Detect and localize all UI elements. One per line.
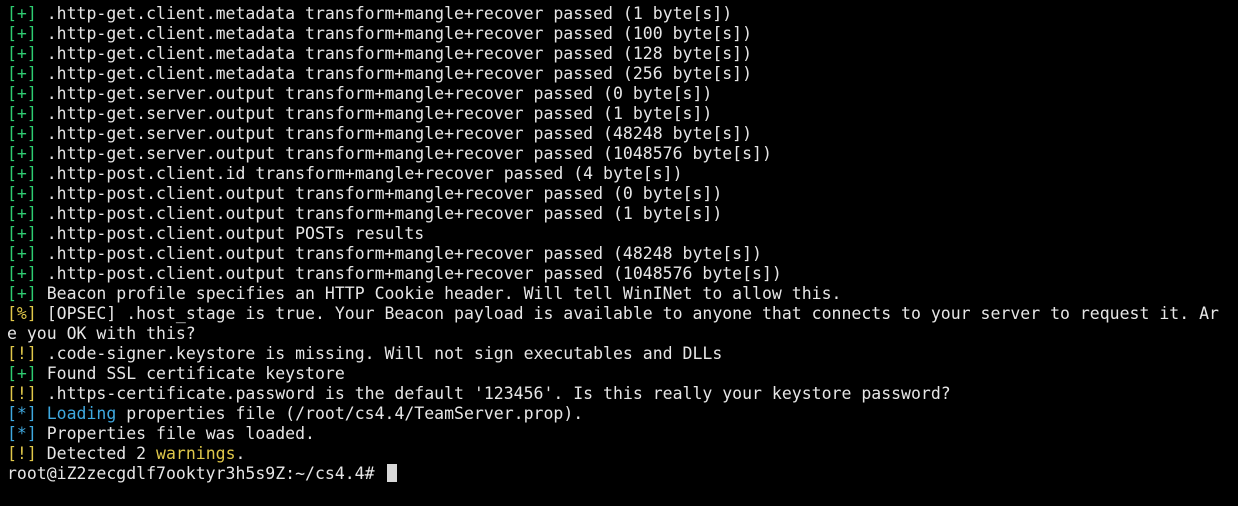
line-text: .http-get.server.output transform+mangle… (36, 104, 713, 123)
text-cursor (386, 464, 397, 482)
status-tag: [*] (7, 404, 37, 423)
terminal-line: [+] .http-post.client.output transform+m… (7, 184, 1238, 204)
status-tag: [+] (7, 44, 37, 63)
line-text: .http-get.server.output transform+mangle… (36, 124, 753, 143)
terminal-line: [+] Found SSL certificate keystore (7, 364, 1238, 384)
terminal-window[interactable]: [+] .http-get.client.metadata transform+… (0, 0, 1238, 506)
terminal-line: [!] Detected 2 warnings. (7, 444, 1238, 464)
status-tag: [+] (7, 364, 37, 383)
shell-prompt: root@iZ2zecgdlf7ooktyr3h5s9Z:~/cs4.4# (7, 464, 385, 483)
status-tag: [!] (7, 384, 37, 403)
status-tag: [+] (7, 4, 37, 23)
status-tag: [!] (7, 444, 37, 463)
line-text: .http-post.client.output transform+mangl… (36, 244, 762, 263)
highlighted-word: Loading (46, 404, 117, 423)
status-tag: [+] (7, 264, 37, 283)
line-text: Detected 2 (36, 444, 157, 463)
line-text: .http-get.client.metadata transform+mang… (36, 44, 753, 63)
terminal-line: [+] Beacon profile specifies an HTTP Coo… (7, 284, 1238, 304)
terminal-line: [+] .http-get.server.output transform+ma… (7, 84, 1238, 104)
status-tag: [*] (7, 424, 37, 443)
line-text: . (235, 444, 246, 463)
terminal-line: [+] .http-post.client.id transform+mangl… (7, 164, 1238, 184)
terminal-line: [*] Properties file was loaded. (7, 424, 1238, 444)
line-text: .http-post.client.output transform+mangl… (36, 204, 723, 223)
line-text: Found SSL certificate keystore (36, 364, 345, 383)
terminal-line: [+] .http-get.client.metadata transform+… (7, 4, 1238, 24)
terminal-line: [%] [OPSEC] .host_stage is true. Your Be… (7, 304, 1238, 324)
status-tag: [+] (7, 124, 37, 143)
line-text: .http-post.client.output transform+mangl… (36, 264, 782, 283)
terminal-line: [+] .http-get.server.output transform+ma… (7, 144, 1238, 164)
line-text: .http-post.client.output POSTs results (36, 224, 425, 243)
status-tag: [+] (7, 84, 37, 103)
line-text: .http-post.client.id transform+mangle+re… (36, 164, 683, 183)
terminal-line: [+] .http-get.client.metadata transform+… (7, 24, 1238, 44)
status-tag: [+] (7, 104, 37, 123)
terminal-line: [+] .http-post.client.output transform+m… (7, 204, 1238, 224)
terminal-line: [+] .http-post.client.output transform+m… (7, 244, 1238, 264)
shell-prompt-line[interactable]: root@iZ2zecgdlf7ooktyr3h5s9Z:~/cs4.4# (7, 464, 1238, 484)
status-tag: [+] (7, 184, 37, 203)
status-tag: [+] (7, 204, 37, 223)
terminal-line: [+] .http-get.client.metadata transform+… (7, 64, 1238, 84)
line-text: .http-get.client.metadata transform+mang… (36, 4, 733, 23)
status-tag: [+] (7, 64, 37, 83)
line-text: .code-signer.keystore is missing. Will n… (36, 344, 723, 363)
line-text: [OPSEC] .host_stage is true. Your Beacon… (36, 304, 1219, 323)
line-text: Beacon profile specifies an HTTP Cookie … (36, 284, 842, 303)
terminal-line: [+] .http-post.client.output POSTs resul… (7, 224, 1238, 244)
terminal-line: [*] Loading properties file (/root/cs4.4… (7, 404, 1238, 424)
line-text (37, 404, 47, 423)
terminal-line: [+] .http-post.client.output transform+m… (7, 264, 1238, 284)
line-text: .http-get.client.metadata transform+mang… (36, 24, 753, 43)
line-text: properties file (/root/cs4.4/TeamServer.… (116, 404, 584, 423)
line-text: .http-get.client.metadata transform+mang… (36, 64, 753, 83)
line-text: .http-get.server.output transform+mangle… (36, 144, 772, 163)
line-text: .http-post.client.output transform+mangl… (36, 184, 723, 203)
status-tag: [%] (7, 304, 37, 323)
terminal-line: [+] .http-get.server.output transform+ma… (7, 124, 1238, 144)
line-text: Properties file was loaded. (36, 424, 315, 443)
status-tag: [+] (7, 224, 37, 243)
highlighted-word: warnings (156, 444, 236, 463)
status-tag: [+] (7, 284, 37, 303)
terminal-line: [+] .http-get.client.metadata transform+… (7, 44, 1238, 64)
line-text: .http-get.server.output transform+mangle… (36, 84, 713, 103)
terminal-line: [!] .https-certificate.password is the d… (7, 384, 1238, 404)
terminal-line: e you OK with this? (7, 324, 1238, 344)
line-text: .https-certificate.password is the defau… (36, 384, 951, 403)
line-text: e you OK with this? (7, 324, 196, 343)
status-tag: [+] (7, 164, 37, 183)
terminal-line: [+] .http-get.server.output transform+ma… (7, 104, 1238, 124)
status-tag: [!] (7, 344, 37, 363)
status-tag: [+] (7, 244, 37, 263)
status-tag: [+] (7, 144, 37, 163)
status-tag: [+] (7, 24, 37, 43)
terminal-line: [!] .code-signer.keystore is missing. Wi… (7, 344, 1238, 364)
